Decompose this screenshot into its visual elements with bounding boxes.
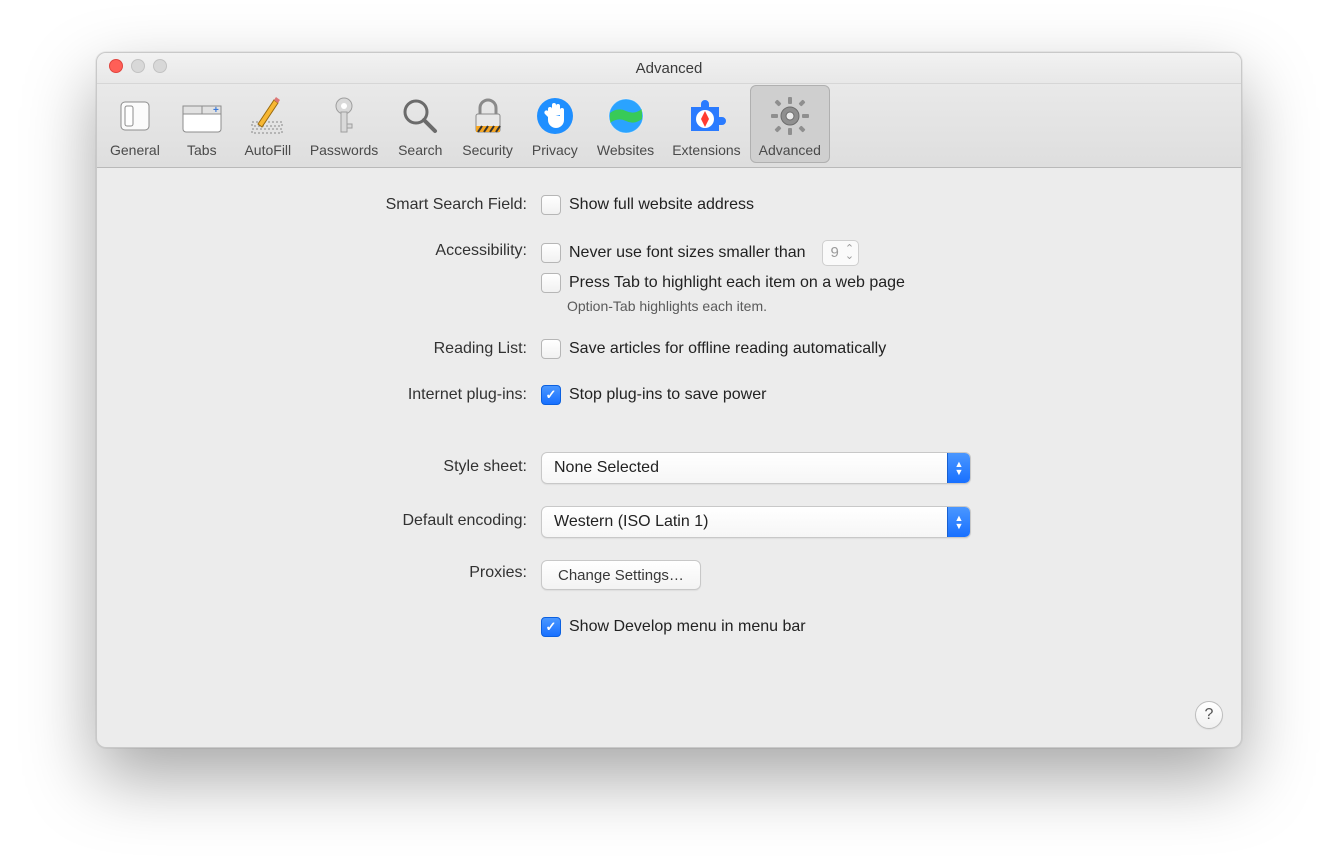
chevron-down-icon: ⌃⌄ xyxy=(845,246,854,260)
pencil-form-icon xyxy=(244,92,292,140)
style-sheet-popup[interactable]: None Selected ▲▼ xyxy=(541,452,971,484)
tab-tabs[interactable]: + Tabs xyxy=(169,85,235,163)
reading-list-label: Reading List: xyxy=(127,338,541,358)
button-label: Change Settings… xyxy=(558,567,684,584)
checkbox-icon xyxy=(541,195,561,215)
magnifier-icon xyxy=(396,92,444,140)
checkbox-icon xyxy=(541,243,561,263)
save-offline-checkbox[interactable]: Save articles for offline reading automa… xyxy=(541,338,1211,360)
tab-passwords[interactable]: Passwords xyxy=(301,85,387,163)
preferences-body: Smart Search Field: Show full website ad… xyxy=(97,168,1241,678)
help-button[interactable]: ? xyxy=(1195,701,1223,729)
show-develop-menu-checkbox[interactable]: Show Develop menu in menu bar xyxy=(541,616,1211,638)
tab-security[interactable]: Security xyxy=(453,85,522,163)
checkbox-label: Save articles for offline reading automa… xyxy=(569,338,886,360)
padlock-icon xyxy=(464,92,512,140)
tab-label: Security xyxy=(462,142,513,158)
min-font-size-checkbox[interactable]: Never use font sizes smaller than 9 ⌃⌄ xyxy=(541,240,1211,266)
hand-stop-icon xyxy=(531,92,579,140)
accessibility-label: Accessibility: xyxy=(127,240,541,260)
checkbox-label: Show Develop menu in menu bar xyxy=(569,616,806,638)
checkbox-label: Never use font sizes smaller than xyxy=(569,242,806,264)
checkbox-icon xyxy=(541,273,561,293)
tab-label: Advanced xyxy=(759,142,821,158)
tab-general[interactable]: General xyxy=(101,85,169,163)
proxies-label: Proxies: xyxy=(127,560,541,582)
show-full-url-checkbox[interactable]: Show full website address xyxy=(541,194,1211,216)
stop-plugins-checkbox[interactable]: Stop plug-ins to save power xyxy=(541,384,1211,406)
close-window-button[interactable] xyxy=(109,59,123,73)
tab-highlight-checkbox[interactable]: Press Tab to highlight each item on a we… xyxy=(541,272,1211,294)
switch-icon xyxy=(111,92,159,140)
svg-text:+: + xyxy=(213,105,219,116)
tab-label: Extensions xyxy=(672,142,740,158)
tab-websites[interactable]: Websites xyxy=(588,85,663,163)
window-title: Advanced xyxy=(97,60,1241,77)
help-icon: ? xyxy=(1205,706,1214,724)
checkbox-icon xyxy=(541,385,561,405)
minimize-window-button[interactable] xyxy=(131,59,145,73)
min-font-size-combo[interactable]: 9 ⌃⌄ xyxy=(822,240,860,266)
smart-search-label: Smart Search Field: xyxy=(127,194,541,214)
default-encoding-popup[interactable]: Western (ISO Latin 1) ▲▼ xyxy=(541,506,971,538)
globe-icon xyxy=(602,92,650,140)
key-icon xyxy=(320,92,368,140)
gear-icon xyxy=(766,92,814,140)
popup-value: None Selected xyxy=(554,459,947,477)
puzzle-compass-icon xyxy=(682,92,730,140)
window-tabs-icon: + xyxy=(178,92,226,140)
tab-label: Passwords xyxy=(310,142,378,158)
tab-label: Search xyxy=(398,142,442,158)
tab-label: AutoFill xyxy=(244,142,291,158)
popup-value: Western (ISO Latin 1) xyxy=(554,513,947,531)
traffic-lights xyxy=(109,59,167,73)
checkbox-label: Press Tab to highlight each item on a we… xyxy=(569,272,905,294)
default-encoding-label: Default encoding: xyxy=(127,506,541,530)
tab-label: General xyxy=(110,142,160,158)
zoom-window-button[interactable] xyxy=(153,59,167,73)
chevron-updown-icon: ▲▼ xyxy=(947,453,970,483)
checkbox-icon xyxy=(541,617,561,637)
checkbox-icon xyxy=(541,339,561,359)
tab-label: Tabs xyxy=(187,142,217,158)
tab-label: Websites xyxy=(597,142,654,158)
tab-label: Privacy xyxy=(532,142,578,158)
titlebar: Advanced xyxy=(97,53,1241,84)
tab-advanced[interactable]: Advanced xyxy=(750,85,830,163)
checkbox-label: Show full website address xyxy=(569,194,754,216)
plugins-label: Internet plug-ins: xyxy=(127,384,541,404)
checkbox-label: Stop plug-ins to save power xyxy=(569,384,766,406)
tab-privacy[interactable]: Privacy xyxy=(522,85,588,163)
combo-value: 9 xyxy=(831,242,839,264)
accessibility-hint: Option-Tab highlights each item. xyxy=(567,298,1211,314)
style-sheet-label: Style sheet: xyxy=(127,452,541,476)
chevron-updown-icon: ▲▼ xyxy=(947,507,970,537)
preferences-toolbar: General + Tabs xyxy=(97,84,1241,168)
tab-autofill[interactable]: AutoFill xyxy=(235,85,301,163)
change-proxy-settings-button[interactable]: Change Settings… xyxy=(541,560,701,590)
tab-extensions[interactable]: Extensions xyxy=(663,85,749,163)
tab-search[interactable]: Search xyxy=(387,85,453,163)
preferences-window: Advanced General xyxy=(96,52,1242,748)
